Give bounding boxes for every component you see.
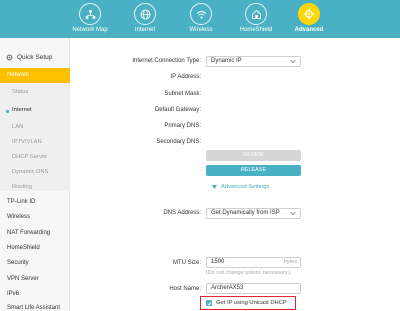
sidebar-subitem-iptv-vlan[interactable]: IPTV/VLAN xyxy=(12,139,42,145)
subnet-mask-label: Subnet Mask: xyxy=(164,91,201,97)
sidebar-subitem-internet[interactable]: Internet xyxy=(12,107,32,113)
home-shield-icon xyxy=(245,3,267,25)
sidebar-item-vpn-server[interactable]: VPN Server xyxy=(7,276,39,282)
wifi-icon xyxy=(190,3,212,25)
sidebar-subitem-routing[interactable]: Routing xyxy=(12,184,32,190)
nav-label-advanced: Advanced xyxy=(294,27,324,33)
connection-type-label: Internet Connection Type: xyxy=(132,58,201,64)
sidebar-subitem-dynamic-dns[interactable]: Dynamic DNS xyxy=(12,169,48,175)
settings-icon xyxy=(6,54,13,60)
primary-dns-label: Primary DNS: xyxy=(164,123,201,129)
top-navigation-bar: Network Map Internet Wireless HomeShield… xyxy=(0,0,400,38)
sidebar-item-quick-setup[interactable]: Quick Setup xyxy=(0,50,70,64)
sidebar-item-homeshield[interactable]: HomeShield xyxy=(7,245,40,251)
unicast-dhcp-option[interactable]: Get IP using Unicast DHCP xyxy=(200,296,296,310)
chevron-down-icon xyxy=(290,211,296,216)
sidebar-subitem-lan[interactable]: LAN xyxy=(12,124,23,130)
sidebar-item-tp-link-id[interactable]: TP-Link ID xyxy=(7,199,35,205)
sidebar-quick-setup-label: Quick Setup xyxy=(17,53,53,61)
internet-settings-form: Internet Connection Type: IP Address: Su… xyxy=(70,38,400,311)
dns-address-value: Get Dynamically from ISP xyxy=(211,210,280,216)
mtu-hint: (Do not change unless necessary.) xyxy=(206,270,291,276)
dns-address-select[interactable]: Get Dynamically from ISP xyxy=(206,208,301,219)
advanced-settings-label: Advanced Settings xyxy=(221,184,270,190)
unicast-dhcp-checkbox[interactable] xyxy=(206,300,212,306)
sidebar-item-smart-life-assistant[interactable]: Smart Life Assistant xyxy=(7,305,60,311)
secondary-dns-label: Secondary DNS: xyxy=(156,139,201,145)
renew-button[interactable]: RENEW xyxy=(206,150,301,161)
sidebar-submenu: Status Internet LAN IPTV/VLAN DHCP Serve… xyxy=(0,83,70,191)
label-column: Internet Connection Type: IP Address: Su… xyxy=(70,38,201,311)
sidebar-item-nat-forwarding[interactable]: NAT Forwarding xyxy=(7,230,50,236)
advanced-settings-link[interactable]: Advanced Settings xyxy=(212,184,269,190)
network-map-icon xyxy=(79,3,101,25)
mtu-size-label: MTU Size: xyxy=(172,260,201,266)
sidebar-item-security[interactable]: Security xyxy=(7,260,29,266)
mtu-unit: bytes xyxy=(283,259,297,265)
host-name-label: Host Name: xyxy=(169,286,201,292)
unicast-dhcp-label: Get IP using Unicast DHCP xyxy=(216,300,287,306)
default-gateway-label: Default Gateway: xyxy=(154,107,201,113)
mtu-size-value: 1500 xyxy=(211,259,225,265)
connection-type-value: Dynamic IP xyxy=(211,58,242,64)
globe-icon xyxy=(134,3,156,25)
dns-address-label: DNS Address: xyxy=(163,210,201,216)
gear-icon xyxy=(298,3,320,25)
nav-advanced[interactable]: Advanced xyxy=(274,3,344,33)
connection-type-select[interactable]: Dynamic IP xyxy=(206,56,301,67)
sidebar-subitem-status[interactable]: Status xyxy=(12,89,28,95)
sidebar: Quick Setup Network Status Internet LAN … xyxy=(0,38,70,311)
current-indicator-dot xyxy=(6,110,9,113)
release-button[interactable]: RELEASE xyxy=(206,165,301,176)
host-name-value: ArcherAX53 xyxy=(211,285,244,291)
sidebar-item-wireless[interactable]: Wireless xyxy=(7,214,30,220)
host-name-input[interactable]: ArcherAX53 xyxy=(206,283,301,294)
ip-address-label: IP Address: xyxy=(170,74,201,80)
chevron-down-icon xyxy=(290,59,296,64)
checkmark-icon xyxy=(206,301,212,305)
sidebar-subitem-dhcp-server[interactable]: DHCP Server xyxy=(12,154,47,160)
sidebar-item-ipv6[interactable]: IPv6 xyxy=(7,291,19,297)
mtu-size-input[interactable]: 1500 bytes xyxy=(206,257,301,268)
triangle-down-icon xyxy=(212,185,217,189)
sidebar-item-network[interactable]: Network xyxy=(0,68,70,83)
